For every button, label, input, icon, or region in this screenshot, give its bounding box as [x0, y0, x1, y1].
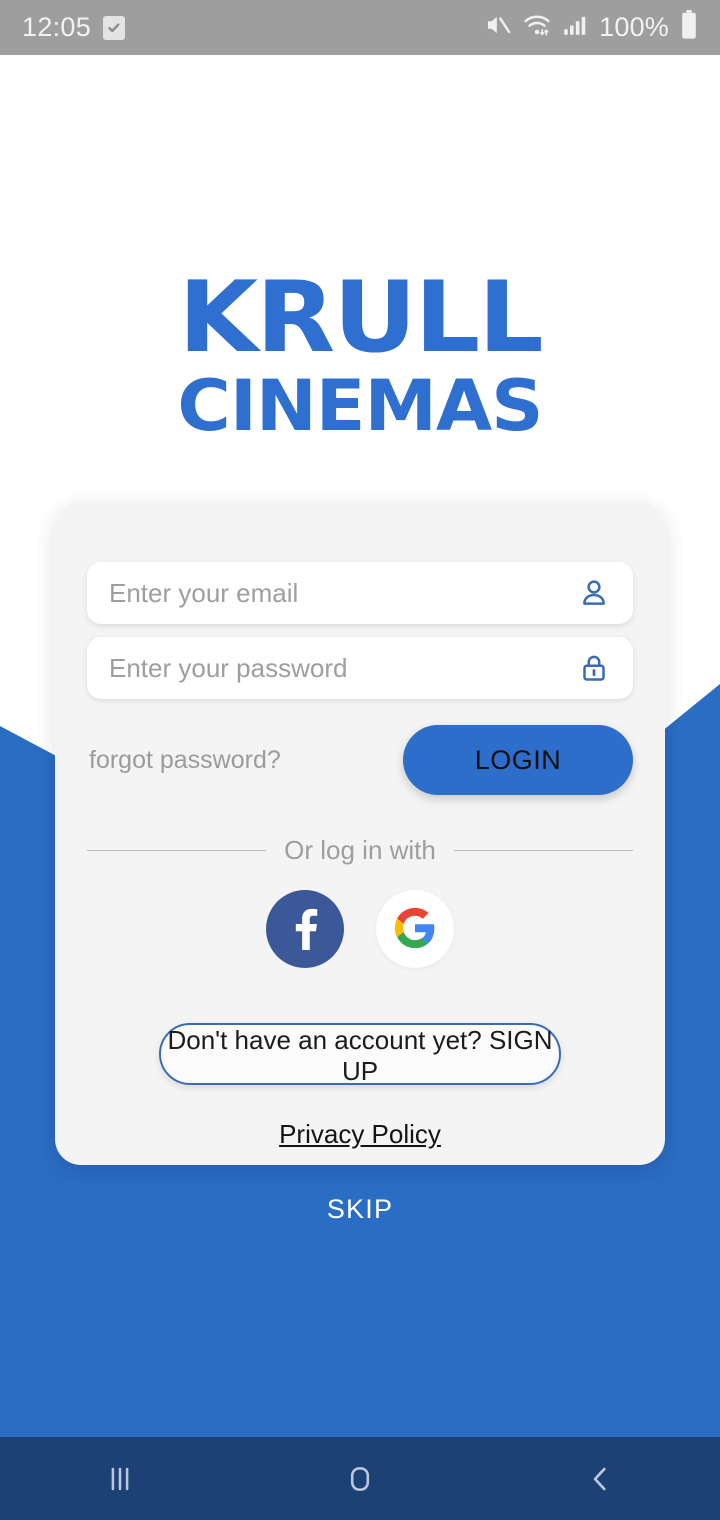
email-field-wrapper[interactable]	[87, 562, 633, 624]
facebook-login-button[interactable]	[266, 890, 344, 968]
login-button[interactable]: LOGIN	[403, 725, 633, 795]
logo-text-krull: KRULL	[178, 261, 543, 375]
mute-icon	[484, 11, 512, 44]
status-bar: 12:05 100%	[0, 0, 720, 55]
android-navigation-bar	[0, 1437, 720, 1520]
privacy-policy-link[interactable]: Privacy Policy	[87, 1119, 633, 1150]
divider-line-left	[87, 850, 267, 851]
social-login-row	[87, 890, 633, 968]
brand-logo: KRULL CINEMAS	[0, 261, 720, 447]
wifi-icon	[523, 11, 551, 44]
social-divider-label: Or log in with	[284, 835, 436, 865]
logo-text-cinemas: CINEMAS	[177, 365, 543, 447]
forgot-password-link[interactable]: forgot password?	[89, 746, 281, 775]
divider-line-right	[453, 850, 634, 851]
task-checkbox-icon	[103, 15, 126, 40]
social-divider: Or log in with	[87, 835, 634, 866]
status-bar-right: 100%	[484, 10, 698, 45]
home-icon[interactable]	[240, 1437, 480, 1520]
login-card: forgot password? LOGIN Or log in with	[55, 502, 665, 1165]
battery-icon	[680, 10, 698, 45]
lock-icon	[577, 653, 611, 683]
person-icon	[577, 578, 611, 608]
signal-icon	[562, 12, 588, 43]
password-field-wrapper[interactable]	[87, 637, 633, 699]
signup-button[interactable]: Don't have an account yet? SIGN UP	[159, 1023, 561, 1086]
facebook-icon	[283, 906, 327, 953]
login-screen: 12:05 100% KRULL CINEMAS Enter your emai…	[0, 0, 720, 1520]
back-icon[interactable]	[480, 1437, 720, 1520]
status-bar-left: 12:05	[22, 12, 126, 43]
google-icon	[393, 906, 437, 953]
battery-percent-label: 100%	[599, 12, 669, 42]
action-row: forgot password? LOGIN	[87, 725, 633, 795]
password-input[interactable]	[109, 652, 577, 684]
skip-button[interactable]: SKIP	[0, 1194, 720, 1225]
status-time: 12:05	[22, 12, 92, 42]
recents-icon[interactable]	[0, 1437, 240, 1520]
email-input[interactable]	[109, 577, 577, 609]
google-login-button[interactable]	[376, 890, 454, 968]
